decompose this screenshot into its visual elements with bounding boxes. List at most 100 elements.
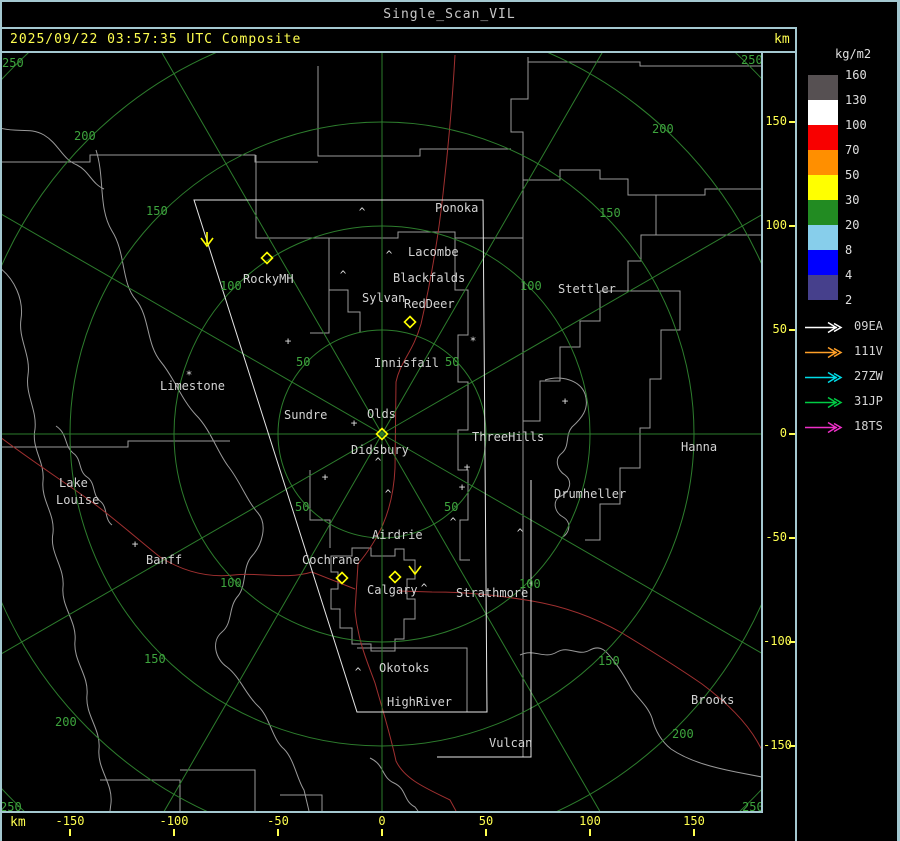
scale-value-label: 70 (845, 143, 860, 157)
scale-color-block (808, 225, 838, 250)
bottom-axis-tick-label: -100 (159, 814, 189, 828)
town-label: Innisfail (374, 356, 440, 370)
station-legend-row: 31JP (803, 394, 898, 409)
town-label: Hanna (681, 440, 718, 454)
station-arrow-icon (805, 421, 843, 434)
station-legend-row: 27ZW (803, 369, 898, 384)
town-point-marker: ^ (339, 268, 347, 282)
bottom-axis-unit-label: km (10, 815, 26, 830)
range-ring-label: 100 (520, 279, 542, 293)
town-point-marker: ^ (385, 248, 393, 262)
station-arrow-shape (805, 396, 843, 409)
station-id-label: 18TS (854, 419, 883, 433)
bottom-axis-tick (589, 829, 591, 836)
town-label: Vulcan (489, 736, 533, 750)
scale-color-block (808, 250, 838, 275)
scale-color-block (808, 150, 838, 175)
bottom-axis-tick-label: 100 (579, 814, 601, 828)
right-distance-axis: 150 100 50 0 -50 -100 -150 (763, 53, 795, 811)
town-label: Cochrane (302, 553, 360, 567)
station-id-label: 09EA (854, 319, 883, 333)
station-arrow-shape (805, 321, 843, 334)
bottom-axis-tick (69, 829, 71, 836)
range-ring-label: 200 (672, 727, 694, 741)
bottom-axis-tick (173, 829, 175, 836)
range-ring-label: 250 (2, 56, 24, 70)
town-label: RockyMH (243, 272, 294, 286)
bottom-axis-tick-label: -150 (55, 814, 85, 828)
range-ring-label: 50 (296, 355, 311, 369)
range-ring-label: 50 (295, 500, 310, 514)
scale-color-block (808, 200, 838, 225)
range-ring-label: 50 (444, 500, 459, 514)
range-ring-label: 200 (74, 129, 96, 143)
title-bar: Single_Scan_VIL (2, 2, 897, 29)
town-label: Sundre (284, 408, 328, 422)
bottom-axis-tick (693, 829, 695, 836)
scale-value-label: 130 (845, 93, 867, 107)
radar-map-viewport[interactable]: Ponoka Lacombe Blackfalds Sylvan RedDeer Stet… (2, 53, 763, 813)
range-ring-label: 100 (220, 279, 242, 293)
scan-timestamp: 2025/09/22 03:57:35 UTC Composite (10, 32, 302, 47)
town-point-marker: * (185, 368, 193, 382)
town-point-marker: ^ (358, 205, 366, 219)
station-id-label: 111V (854, 344, 883, 358)
bottom-axis-tick-label: 50 (478, 814, 494, 828)
bottom-axis-tick (485, 829, 487, 836)
right-axis-tick-label: -150 (763, 738, 792, 752)
range-ring-label: 200 (652, 122, 674, 136)
scale-unit-label: kg/m2 (835, 47, 872, 61)
bottom-axis-tick (277, 829, 279, 836)
station-arrow-shape (805, 421, 843, 434)
town-point-marker: ^ (374, 455, 382, 469)
right-axis-tick-label: 50 (772, 322, 787, 336)
bottom-axis-tick-label: 150 (683, 814, 705, 828)
town-label: Okotoks (379, 661, 430, 675)
scale-color-block (808, 175, 838, 200)
right-axis-tick-label: -50 (765, 530, 787, 544)
info-row: 2025/09/22 03:57:35 UTC Composite km (2, 29, 795, 53)
scale-value-label: 50 (845, 168, 860, 182)
town-label: Limestone (160, 379, 226, 393)
station-arrow-icon (805, 321, 843, 334)
town-label: Airdrie (372, 528, 423, 542)
range-ring-label: 150 (144, 652, 166, 666)
scale-color-block (808, 275, 838, 300)
range-ring-label: 150 (599, 206, 621, 220)
town-label: Lake (59, 476, 88, 490)
scale-color-block (808, 100, 838, 125)
town-label: HighRiver (387, 695, 453, 709)
bottom-axis-tick-label: 0 (378, 814, 386, 828)
town-point-marker: * (469, 334, 477, 348)
range-ring-label: 50 (445, 355, 460, 369)
scale-value-label: 100 (845, 118, 867, 132)
town-point-marker: + (463, 460, 471, 474)
town-point-marker: + (561, 394, 569, 408)
scale-color-block (808, 75, 838, 100)
town-label: RedDeer (404, 297, 455, 311)
town-label: Olds (367, 407, 396, 421)
scale-value-label: 20 (845, 218, 860, 232)
range-ring-label: 100 (220, 576, 242, 590)
right-axis-tick-label: -100 (763, 634, 792, 648)
town-label: Brooks (691, 693, 735, 707)
scale-value-label: 4 (845, 268, 853, 282)
scale-color-block (808, 125, 838, 150)
bottom-axis-tick (381, 829, 383, 836)
right-axis-tick-label: 100 (765, 218, 787, 232)
station-arrow-shape (805, 371, 843, 384)
range-ring-label: 250 (2, 800, 22, 813)
town-point-marker: ^ (516, 526, 524, 540)
town-label: Ponoka (435, 201, 479, 215)
right-axis-tick-label: 0 (779, 426, 787, 440)
scale-value-label: 160 (845, 68, 867, 82)
range-ring-label: 200 (55, 715, 77, 729)
station-arrow-shape (805, 346, 843, 359)
town-point-marker: + (350, 416, 358, 430)
town-label: ThreeHills (472, 430, 545, 444)
station-id-label: 31JP (854, 394, 883, 408)
window-border-top (0, 0, 900, 2)
range-ring-label: 250 (742, 800, 763, 813)
station-arrow-icon (805, 346, 843, 359)
station-legend-row: 09EA (803, 319, 898, 334)
